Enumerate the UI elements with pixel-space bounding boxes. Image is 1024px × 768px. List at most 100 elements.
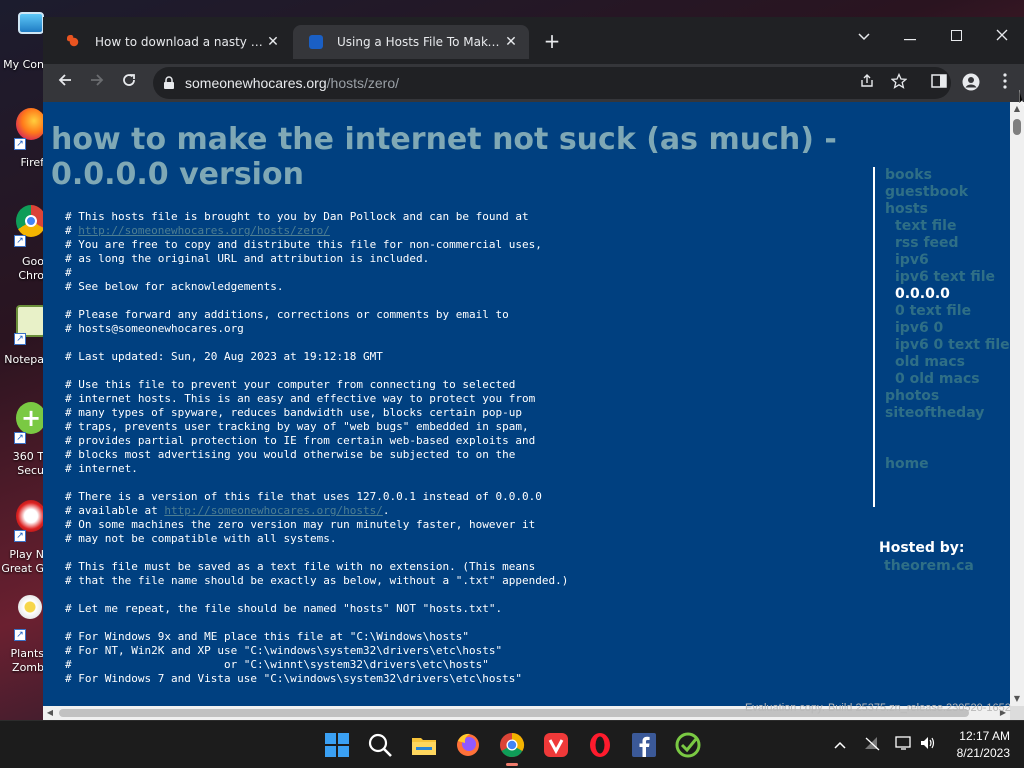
scroll-down-arrow-icon[interactable]: ▼: [1010, 692, 1024, 706]
hosts-line: [65, 364, 885, 378]
hosts-line-prefix: #: [65, 224, 79, 237]
shortcut-arrow-icon: ↗: [14, 530, 26, 542]
sidebar-item-ipv6-0[interactable]: ipv6 0: [895, 320, 943, 337]
side-panel-icon[interactable]: [929, 73, 949, 93]
shortcut-arrow-icon: ↗: [14, 235, 26, 247]
green-app-taskbar-button[interactable]: [672, 729, 704, 761]
desktop-icon-label: Notepa: [4, 353, 44, 366]
chevron-up-icon[interactable]: [830, 735, 850, 755]
sidebar-item-siteoftheday[interactable]: siteoftheday: [885, 405, 984, 422]
scroll-left-arrow-icon[interactable]: ◀: [43, 706, 57, 720]
close-icon[interactable]: ✕: [265, 25, 281, 59]
sidebar-item-old-macs[interactable]: old macs: [895, 354, 965, 371]
tab-nasty-virus[interactable]: How to download a nasty virus... ✕: [51, 25, 291, 59]
display-icon[interactable]: [894, 735, 914, 755]
firefox-icon: [16, 108, 46, 140]
hosts-line: [65, 616, 885, 630]
chrome-icon: [500, 733, 525, 758]
sidebar-item-photos[interactable]: photos: [885, 388, 939, 405]
desktop-icon-label: Firef: [20, 156, 44, 169]
sidebar-item-home[interactable]: home: [885, 456, 929, 473]
hosts-line: # many types of spyware, reduces bandwid…: [65, 406, 522, 419]
blue-page-favicon-icon: [309, 35, 323, 49]
hosts-line: # For NT, Win2K and XP use "C:\windows\s…: [65, 644, 503, 657]
hosts-url-link[interactable]: http://someonewhocares.org/hosts/: [164, 504, 383, 517]
network-disconnected-icon[interactable]: [862, 735, 882, 755]
scrollbar-thumb[interactable]: [1013, 119, 1021, 135]
sidebar-item-ipv6-0-text-file[interactable]: ipv6 0 text file: [895, 337, 1010, 354]
firefox-taskbar-button[interactable]: [452, 729, 484, 761]
hosts-line: [65, 546, 885, 560]
sidebar-item-0-text-file[interactable]: 0 text file: [895, 303, 971, 320]
hosts-line: # For Windows 9x and ME place this file …: [65, 630, 469, 643]
hosts-line: # available at http://someonewhocares.or…: [65, 504, 885, 518]
taskbar: 12:17 AM 8/21/2023: [0, 720, 1024, 768]
shortcut-arrow-icon: ↗: [14, 432, 26, 444]
desktop-icon-label-line2: Secu: [17, 464, 44, 477]
orange-virus-favicon-icon: [67, 35, 81, 49]
maximize-button[interactable]: [933, 23, 979, 51]
tab-hosts-file[interactable]: Using a Hosts File To Make The In ✕: [293, 25, 529, 59]
hosts-line: [65, 476, 885, 490]
sidebar-item-hosts[interactable]: hosts: [885, 201, 928, 218]
hosts-line: [65, 336, 885, 350]
sidebar-item-guestbook[interactable]: guestbook: [885, 184, 968, 201]
hosts-line-suffix: .: [382, 504, 390, 517]
page-title: how to make the internet not suck (as mu…: [51, 122, 837, 192]
url-text[interactable]: someonewhocares.org/hosts/zero/: [185, 67, 399, 99]
sidebar-item-books[interactable]: books: [885, 167, 932, 184]
facebook-taskbar-button[interactable]: [628, 729, 660, 761]
minimize-button[interactable]: [887, 23, 933, 51]
lock-icon: [164, 76, 174, 89]
hosts-line: # internet.: [65, 462, 138, 475]
hosts-line: # For Windows 7 and Vista use "C:\window…: [65, 672, 522, 685]
page-viewport[interactable]: how to make the internet not suck (as mu…: [43, 102, 1010, 706]
hosted-by-label: Hosted by:: [879, 540, 965, 556]
hosts-line: # as long the original URL and attributi…: [65, 252, 430, 265]
share-icon[interactable]: [857, 73, 877, 93]
close-window-button[interactable]: [979, 23, 1024, 51]
hosts-url-link[interactable]: http://someonewhocares.org/hosts/zero/: [78, 224, 330, 237]
bookmark-star-icon[interactable]: [889, 72, 909, 93]
shortcut-arrow-icon: ↗: [14, 138, 26, 150]
chrome-browser-window: How to download a nasty virus... ✕ Using…: [43, 17, 1024, 720]
address-bar[interactable]: someonewhocares.org/hosts/zero/: [153, 67, 951, 99]
sidebar-item-rss-feed[interactable]: rss feed: [895, 235, 959, 252]
close-icon: [996, 29, 1008, 41]
evaluation-watermark: Evaluation copy. Build 25375.zn_release.…: [745, 702, 1011, 714]
reload-button[interactable]: [115, 69, 143, 97]
chrome-taskbar-button[interactable]: [496, 729, 528, 766]
hosts-line: # that the file name should be exactly a…: [65, 574, 569, 587]
vivaldi-taskbar-button[interactable]: [540, 729, 572, 761]
hosts-line: #: [65, 266, 72, 279]
kebab-menu-icon[interactable]: [995, 73, 1015, 93]
hosts-line: # Please forward any additions, correcti…: [65, 308, 509, 321]
desktop-icon-label: 360 T: [12, 450, 44, 463]
sidebar-item-0-old-macs[interactable]: 0 old macs: [895, 371, 980, 388]
hosts-line: # There is a version of this file that u…: [65, 490, 542, 503]
start-button[interactable]: [321, 729, 353, 761]
back-button[interactable]: [51, 69, 79, 97]
tab-search-dropdown-button[interactable]: [841, 23, 887, 51]
vertical-scrollbar[interactable]: ▲ ▼: [1010, 102, 1024, 706]
sidebar-item-text-file[interactable]: text file: [895, 218, 956, 235]
search-button[interactable]: [364, 729, 396, 761]
hosts-line: # Last updated: Sun, 20 Aug 2023 at 19:1…: [65, 350, 383, 363]
desktop-icon-label: Play N: [9, 548, 44, 561]
url-path: /hosts/zero/: [326, 75, 400, 91]
new-tab-button[interactable]: +: [541, 31, 563, 53]
hosts-line: # http://someonewhocares.org/hosts/zero/: [65, 224, 885, 238]
file-explorer-button[interactable]: [408, 729, 440, 761]
forward-button[interactable]: [83, 69, 111, 97]
clock-time[interactable]: 12:17 AM: [940, 729, 1010, 743]
volume-icon[interactable]: [918, 735, 938, 755]
hosts-line: [65, 294, 885, 308]
sidebar-item-ipv6[interactable]: ipv6: [895, 252, 929, 269]
hosts-line: # hosts@someonewhocares.org: [65, 322, 244, 335]
hosted-by-link[interactable]: theorem.ca: [884, 558, 974, 574]
opera-taskbar-button[interactable]: [584, 729, 616, 761]
close-icon[interactable]: ✕: [503, 25, 519, 59]
clock-date[interactable]: 8/21/2023: [940, 746, 1010, 760]
sidebar-item-ipv6-text-file[interactable]: ipv6 text file: [895, 269, 995, 286]
profile-avatar-icon[interactable]: [961, 73, 981, 93]
